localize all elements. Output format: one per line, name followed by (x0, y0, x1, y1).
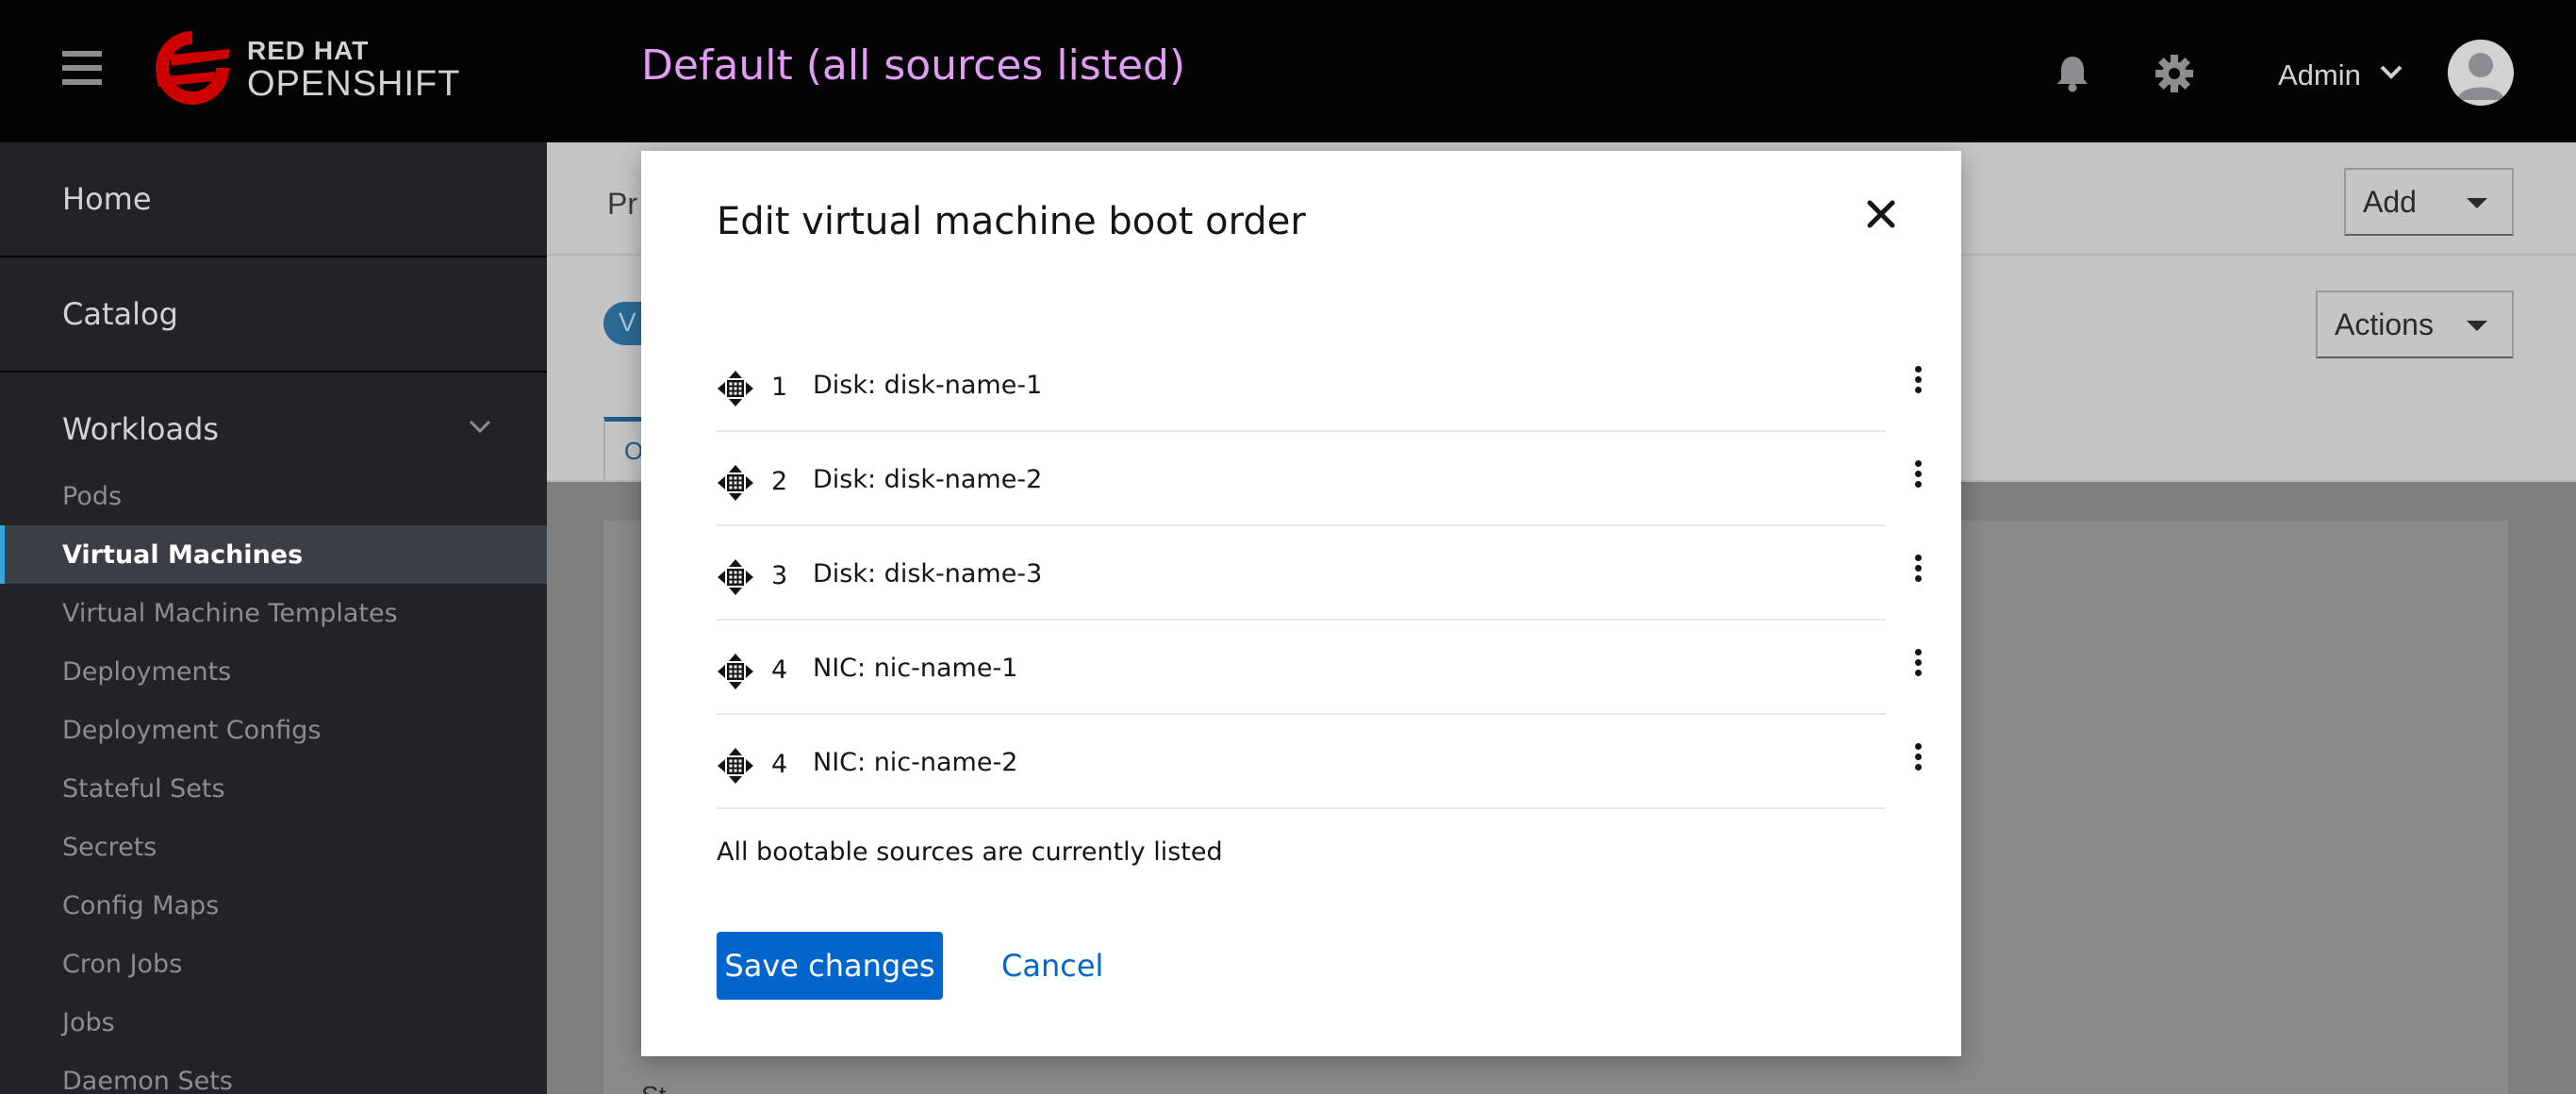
boot-order-list: 1 Disk: disk-name-1 2 Disk: disk-name-2 … (717, 338, 1922, 809)
boot-source-label: Disk: disk-name-2 (813, 465, 1043, 494)
caret-down-icon (2467, 321, 2487, 331)
kebab-menu-icon[interactable] (1907, 649, 1929, 687)
save-changes-button[interactable]: Save changes (717, 932, 943, 1000)
boot-order-number: 3 (771, 561, 788, 590)
sidebar-item-deployments[interactable]: Deployments (0, 642, 547, 701)
boot-order-number: 4 (771, 655, 788, 685)
sidebar-item-virtual-machine-templates[interactable]: Virtual Machine Templates (0, 584, 547, 642)
sidebar-item-label: Catalog (62, 296, 178, 332)
kebab-menu-icon[interactable] (1907, 460, 1929, 498)
openshift-logo[interactable]: RED HAT OPENSHIFT (149, 28, 470, 108)
sidebar-item-stateful-sets[interactable]: Stateful Sets (0, 759, 547, 818)
avatar[interactable] (2448, 40, 2514, 106)
sidebar-item-daemon-sets[interactable]: Daemon Sets (0, 1052, 547, 1094)
add-dropdown-label: Add (2363, 184, 2417, 219)
modal-title: Edit virtual machine boot order (717, 200, 1306, 243)
masthead-title: Default (all sources listed) (641, 41, 1186, 90)
boot-source-label: Disk: disk-name-3 (813, 559, 1043, 588)
sidebar-item-secrets[interactable]: Secrets (0, 818, 547, 876)
sidebar-item-home[interactable]: Home (0, 142, 547, 257)
boot-order-number: 2 (771, 467, 788, 496)
sidebar-item-deployment-configs[interactable]: Deployment Configs (0, 701, 547, 759)
brand-line-2: OPENSHIFT (247, 64, 461, 104)
boot-order-row[interactable]: 4 NIC: nic-name-1 (717, 621, 1922, 715)
add-dropdown[interactable]: Add (2344, 168, 2514, 236)
status-label-fragment: St (641, 1081, 666, 1094)
drag-handle-icon[interactable] (717, 653, 754, 690)
sidebar-item-catalog[interactable]: Catalog (0, 257, 547, 373)
user-silhouette-icon (2457, 53, 2504, 100)
hamburger-menu-icon[interactable] (62, 51, 102, 91)
user-menu-toggle[interactable]: Admin (2278, 58, 2361, 92)
boot-source-label: NIC: nic-name-2 (813, 748, 1018, 777)
sidebar: Home Catalog Workloads Pods Virtual Mach… (0, 142, 547, 1094)
kebab-menu-icon[interactable] (1907, 555, 1929, 592)
sidebar-item-label: Workloads (62, 411, 220, 447)
cancel-button[interactable]: Cancel (1001, 932, 1103, 1000)
masthead: RED HAT OPENSHIFT Default (all sources l… (0, 0, 2576, 142)
chevron-down-icon[interactable] (2380, 64, 2403, 79)
sidebar-item-config-maps[interactable]: Config Maps (0, 876, 547, 935)
caret-down-icon (2467, 198, 2487, 208)
sidebar-item-label: Home (62, 181, 152, 217)
sidebar-item-cron-jobs[interactable]: Cron Jobs (0, 935, 547, 993)
tab-overview[interactable]: O (603, 417, 643, 481)
sidebar-item-workloads[interactable]: Workloads (0, 373, 547, 467)
page-title-fragment: Pr (607, 187, 637, 221)
drag-handle-icon[interactable] (717, 747, 754, 785)
drag-handle-icon[interactable] (717, 464, 754, 502)
sidebar-item-virtual-machines[interactable]: Virtual Machines (0, 525, 547, 584)
bell-icon[interactable] (2056, 55, 2089, 92)
drag-handle-icon[interactable] (717, 558, 754, 596)
gear-icon[interactable] (2155, 55, 2193, 92)
boot-order-row[interactable]: 1 Disk: disk-name-1 (717, 338, 1922, 432)
boot-source-label: NIC: nic-name-1 (813, 654, 1018, 683)
boot-order-row[interactable]: 2 Disk: disk-name-2 (717, 432, 1922, 526)
boot-source-label: Disk: disk-name-1 (813, 371, 1043, 400)
actions-dropdown[interactable]: Actions (2316, 290, 2514, 358)
boot-order-number: 4 (771, 750, 788, 779)
sidebar-item-jobs[interactable]: Jobs (0, 993, 547, 1052)
brand-line-1: RED HAT (247, 36, 370, 65)
boot-order-modal: Edit virtual machine boot order 1 Disk: … (641, 151, 1961, 1056)
close-icon[interactable] (1865, 198, 1897, 230)
chevron-down-icon[interactable] (468, 418, 492, 435)
boot-order-number: 1 (771, 373, 788, 402)
kebab-menu-icon[interactable] (1907, 366, 1929, 404)
boot-sources-note: All bootable sources are currently liste… (717, 837, 1223, 867)
kebab-menu-icon[interactable] (1907, 743, 1929, 781)
drag-handle-icon[interactable] (717, 370, 754, 407)
boot-order-row[interactable]: 3 Disk: disk-name-3 (717, 526, 1922, 621)
boot-order-row[interactable]: 4 NIC: nic-name-2 (717, 715, 1922, 809)
sidebar-item-pods[interactable]: Pods (0, 467, 547, 525)
openshift-logo-mark-icon (156, 31, 230, 105)
actions-dropdown-label: Actions (2335, 307, 2434, 341)
